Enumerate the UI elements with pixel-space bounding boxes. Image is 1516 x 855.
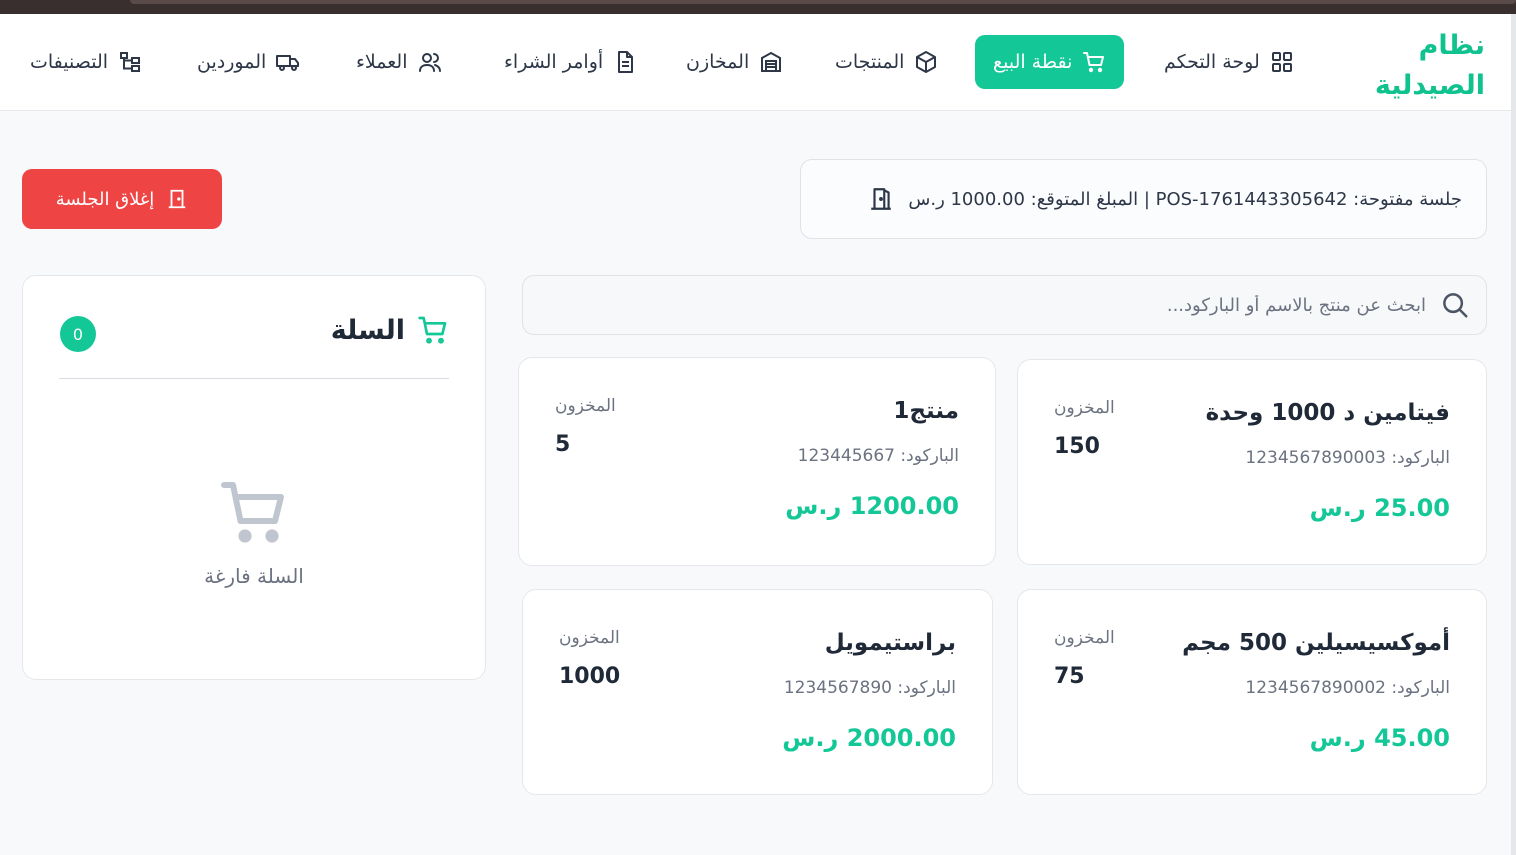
app-brand: نظام الصيدلية [1355, 26, 1485, 106]
nav-dashboard-label: لوحة التحكم [1164, 51, 1260, 73]
stock-value: 1000 [559, 664, 621, 689]
stock-value: 150 [1054, 434, 1100, 459]
cart-title: السلة [330, 314, 405, 346]
box-icon [916, 51, 937, 73]
product-price: 25.00 ر.س [1309, 494, 1450, 522]
brand-line-1: نظام [1418, 30, 1485, 61]
product-barcode: الباركود: 1234567890 [783, 678, 956, 698]
nav-suppliers-label: الموردين [197, 51, 267, 73]
product-name: براستيمويل [824, 630, 956, 656]
nav-categories[interactable]: التصنيفات [30, 35, 142, 89]
truck-icon [276, 55, 300, 71]
window-right-edge [1511, 14, 1516, 855]
stock-label: المخزون [1054, 398, 1115, 418]
search-icon [1443, 293, 1468, 318]
product-barcode: الباركود: 1234567890003 [1245, 448, 1450, 468]
nav-purchase-orders[interactable]: أوامر الشراء [504, 35, 637, 89]
users-icon [418, 53, 441, 72]
product-card[interactable]: فيتامين د 1000 وحدة الباركود: 1234567890… [1017, 359, 1487, 565]
empty-cart-icon [221, 482, 284, 543]
product-name: فيتامين د 1000 وحدة [1205, 400, 1450, 426]
product-name: منتج1 [893, 398, 959, 424]
window-top-strip [0, 0, 1516, 14]
product-card[interactable]: أموكسيسيلين 500 مجم الباركود: 1234567890… [1017, 589, 1487, 795]
brand-line-2: الصيدلية [1374, 70, 1485, 101]
empty-cart-text: السلة فارغة [204, 564, 304, 588]
product-barcode: الباركود: 123445667 [797, 446, 959, 466]
nav-customers[interactable]: العملاء [356, 35, 442, 89]
close-session-label: إغلاق الجلسة [55, 188, 155, 210]
nav-pos[interactable]: نقطة البيع [975, 35, 1125, 89]
product-barcode: الباركود: 1234567890002 [1245, 678, 1450, 698]
product-price: 2000.00 ر.س [782, 724, 956, 752]
nav-customers-label: العملاء [356, 51, 408, 73]
nav-pos-label: نقطة البيع [993, 51, 1073, 73]
product-name: أموكسيسيلين 500 مجم [1182, 630, 1450, 656]
cart-icon [418, 316, 447, 344]
cart-panel: السلة 0 السلة فارغة [22, 275, 486, 680]
nav-products[interactable]: المنتجات [835, 35, 938, 89]
session-text: جلسة مفتوحة: POS-1761443305642 | المبلغ … [908, 188, 1462, 210]
stock-label: المخزون [555, 396, 616, 416]
product-search-bar[interactable] [522, 275, 1487, 335]
cart-header: السلة [331, 314, 449, 346]
tree-icon [120, 52, 141, 72]
product-price: 45.00 ر.س [1309, 724, 1450, 752]
cart-icon [1083, 52, 1105, 73]
grid-icon [1271, 52, 1292, 72]
top-navbar: نظام الصيدلية لوحة التحكم نقطة البيع الم… [0, 14, 1511, 111]
nav-categories-label: التصنيفات [30, 51, 109, 73]
nav-products-label: المنتجات [835, 51, 905, 73]
cart-divider [59, 378, 449, 379]
product-price: 1200.00 ر.س [785, 492, 959, 520]
nav-purchase-orders-label: أوامر الشراء [504, 51, 604, 73]
nav-warehouses-label: المخازن [686, 51, 750, 73]
nav-warehouses[interactable]: المخازن [686, 35, 783, 89]
product-card[interactable]: براستيمويل الباركود: 1234567890 2000.00 … [522, 589, 993, 795]
nav-suppliers[interactable]: الموردين [197, 35, 300, 89]
session-status-banner: جلسة مفتوحة: POS-1761443305642 | المبلغ … [800, 159, 1487, 239]
stock-value: 75 [1054, 664, 1085, 689]
door-open-icon [871, 188, 892, 210]
stock-label: المخزون [559, 628, 620, 648]
nav-dashboard[interactable]: لوحة التحكم [1164, 35, 1294, 89]
door-icon [169, 189, 186, 209]
close-session-button[interactable]: إغلاق الجلسة [22, 169, 222, 229]
document-icon [618, 51, 634, 73]
cart-count-badge: 0 [60, 316, 96, 352]
stock-label: المخزون [1054, 628, 1115, 648]
warehouse-icon [761, 51, 782, 72]
product-card[interactable]: منتج1 الباركود: 123445667 1200.00 ر.س ال… [518, 357, 996, 566]
stock-value: 5 [555, 432, 571, 457]
product-search-input[interactable] [539, 294, 1426, 316]
